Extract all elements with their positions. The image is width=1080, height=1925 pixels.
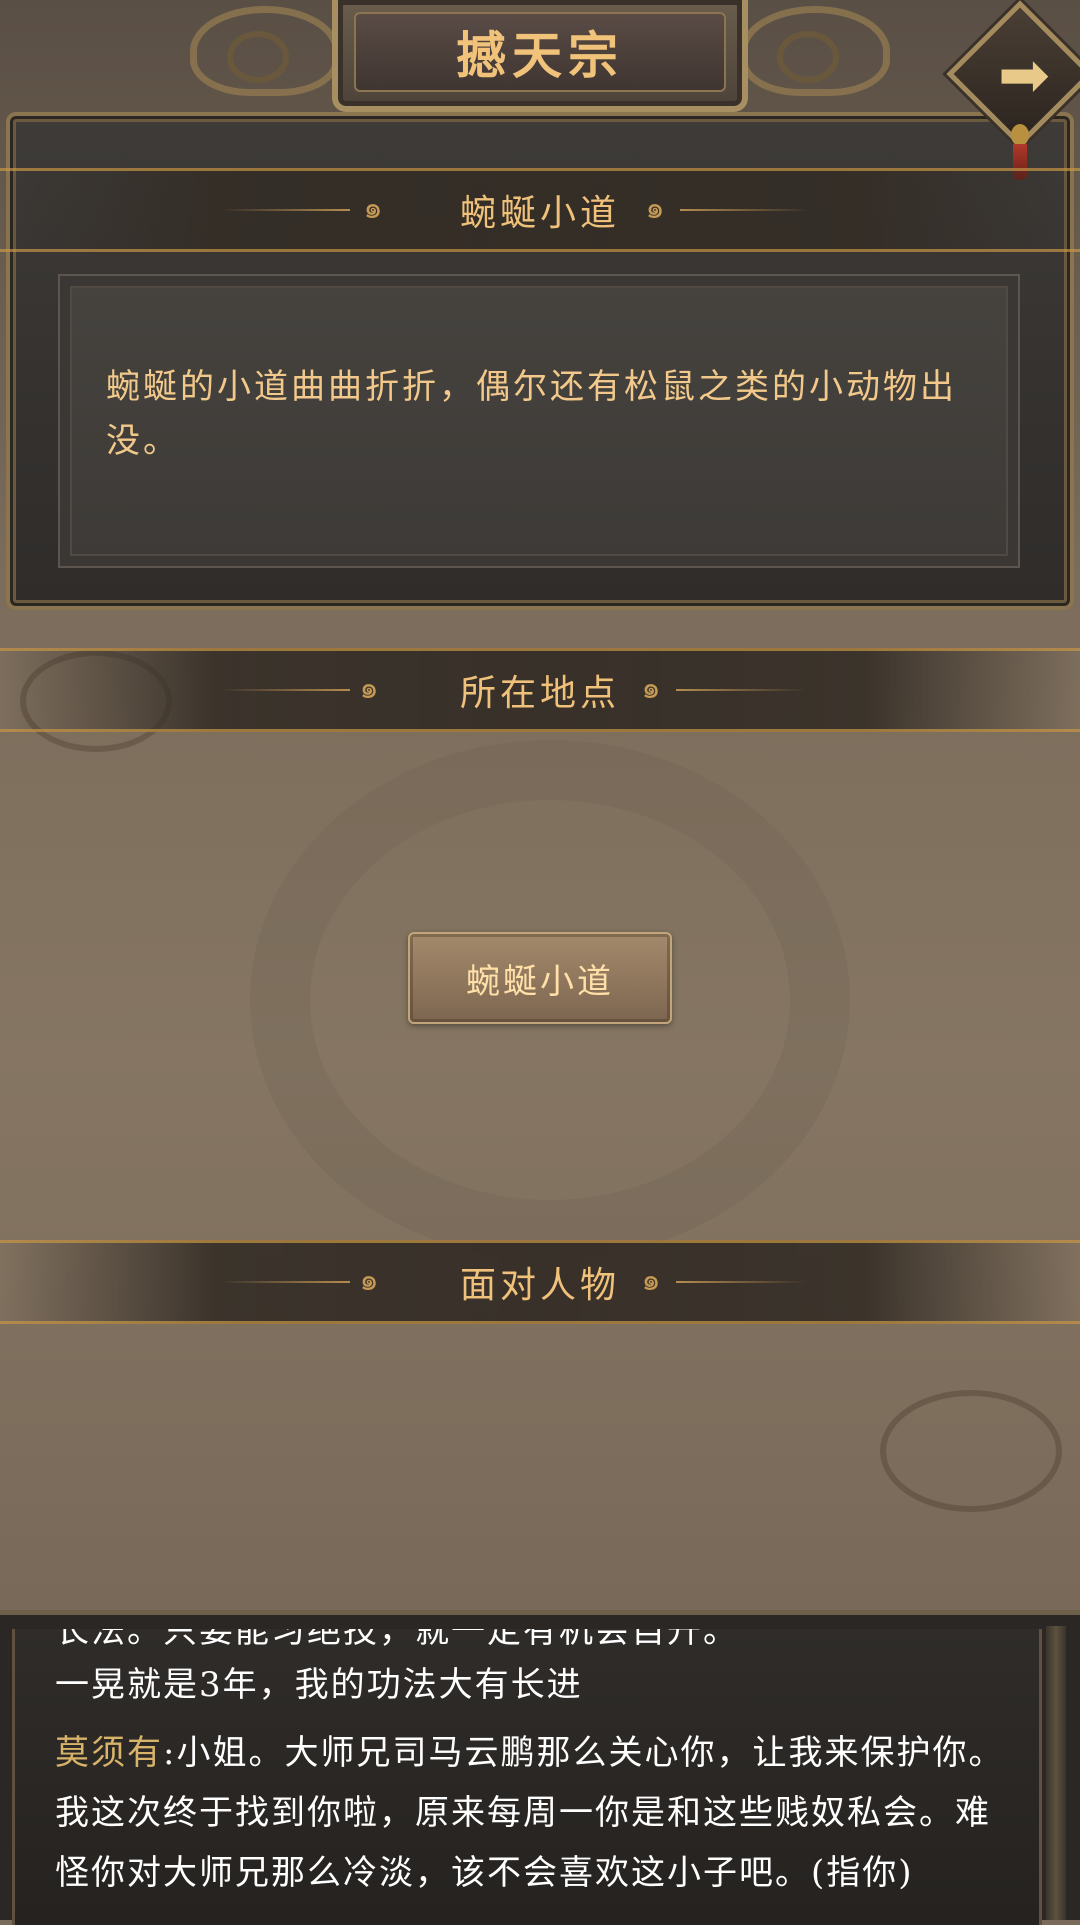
message-log[interactable]: 长法。只要能习绝技，就一定有机会自升。 一晃就是3年，我的功法大有长进 莫须有:…	[0, 1610, 1080, 1925]
log-line: 一晃就是3年，我的功法大有长进	[55, 1665, 583, 1705]
scroll-ornament-left	[190, 6, 340, 96]
swirl-icon: ๑	[641, 671, 661, 706]
message-log-content: 长法。只要能习绝技，就一定有机会自升。 一晃就是3年，我的功法大有长进 莫须有:…	[12, 1629, 1042, 1925]
location-button[interactable]: 蜿蜒小道	[408, 932, 672, 1024]
swirl-icon: ๑	[641, 1263, 661, 1298]
log-line-speech-cont: 怪你对大师兄那么冷淡，该不会喜欢这小子吧。(指你)	[55, 1853, 914, 1893]
location-title: 所在地点	[459, 673, 620, 714]
people-title: 面对人物	[459, 1265, 620, 1306]
swirl-icon: ๑	[363, 191, 383, 226]
speaker-name: 莫须有	[55, 1733, 163, 1773]
people-header: ๑ 面对人物 ๑	[0, 1240, 1080, 1324]
title-plate: 撼天宗	[332, 0, 748, 112]
tassel-bead	[1011, 124, 1029, 146]
speech-text: :小姐。大师兄司马云鹏那么关心你，让我来保护你。	[163, 1733, 1005, 1773]
swirl-icon: ๑	[359, 1263, 379, 1298]
log-line-speech: 莫须有:小姐。大师兄司马云鹏那么关心你，让我来保护你。	[55, 1723, 1039, 1783]
swirl-icon: ๑	[359, 671, 379, 706]
cloud-decoration-right	[880, 1390, 1062, 1512]
scene-header: ๑ 蜿蜒小道 ๑	[0, 168, 1080, 252]
scene-title: 蜿蜒小道	[459, 193, 620, 234]
log-scrollbar[interactable]	[1046, 1626, 1066, 1920]
scroll-ornament-right	[740, 6, 890, 96]
sect-title: 撼天宗	[456, 26, 624, 85]
log-line-speech-cont: 我这次终于找到你啦，原来每周一你是和这些贱奴私会。难	[55, 1793, 991, 1833]
swirl-icon: ๑	[645, 191, 665, 226]
arrow-right-icon[interactable]: ➡	[984, 40, 1064, 110]
location-header: ๑ 所在地点 ๑	[0, 648, 1080, 732]
location-button-label: 蜿蜒小道	[466, 961, 614, 1002]
scene-description: 蜿蜒的小道曲曲折折，偶尔还有松鼠之类的小动物出没。	[106, 367, 957, 461]
